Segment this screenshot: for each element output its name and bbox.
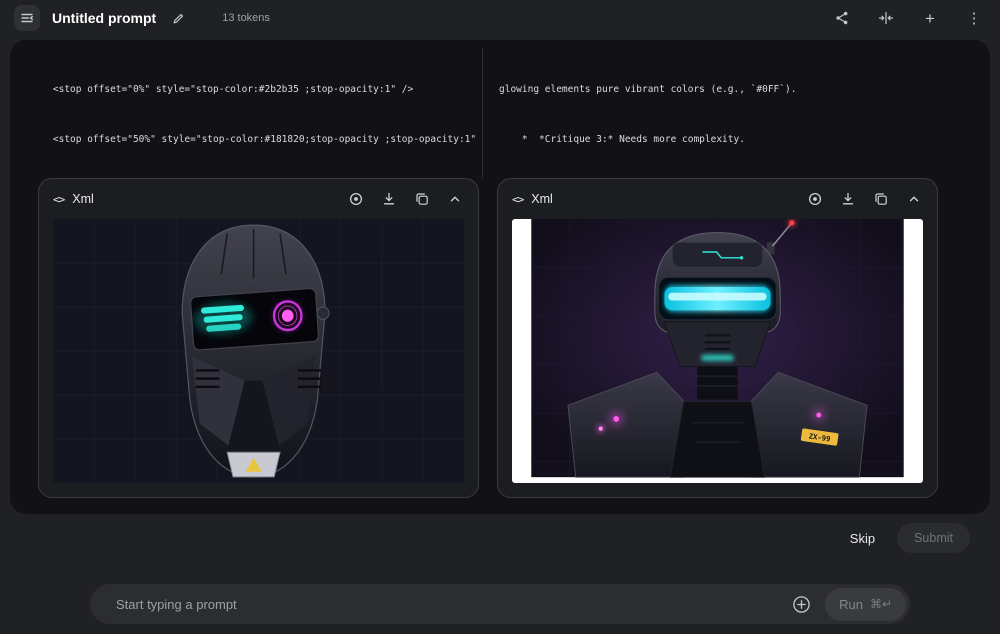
prompt-title: Untitled prompt <box>52 10 157 26</box>
sidebar-toggle-icon <box>21 13 33 23</box>
model-output-text: <stop offset="0%" style="stop-color:#2b2… <box>10 40 990 178</box>
download-icon <box>842 192 854 205</box>
run-button[interactable]: Run ⌘↵ <box>825 587 906 621</box>
sidebar-toggle-button[interactable] <box>14 5 40 31</box>
card-toolbar <box>806 190 923 208</box>
robot-bust-illustration: ZX-99 <box>512 219 923 483</box>
card-language-label: Xml <box>72 192 94 206</box>
copy-icon <box>875 193 887 205</box>
reasoning-text-block: glowing elements pure vibrant colors (e.… <box>499 48 972 178</box>
response-panel: <stop offset="0%" style="stop-color:#2b2… <box>10 40 990 514</box>
share-button[interactable] <box>830 6 854 30</box>
compare-prompts-button[interactable] <box>874 6 898 30</box>
column-divider <box>482 48 483 178</box>
collapse-arrows-icon <box>878 11 894 25</box>
preview-toggle-button[interactable] <box>347 190 365 208</box>
card-toolbar <box>347 190 464 208</box>
share-icon <box>836 11 848 25</box>
text-line: glowing elements pure vibrant colors (e.… <box>499 83 797 95</box>
code-icon: <> <box>512 192 524 206</box>
card-header: <> Xml <box>512 179 923 219</box>
collapse-card-button[interactable] <box>446 190 464 208</box>
skip-button[interactable]: Skip <box>850 531 875 546</box>
submit-button[interactable]: Submit <box>897 523 970 553</box>
run-label: Run <box>839 596 863 612</box>
copy-button[interactable] <box>413 190 431 208</box>
run-shortcut-hint: ⌘↵ <box>869 597 892 611</box>
edit-title-button[interactable] <box>166 6 190 30</box>
new-prompt-button[interactable]: + <box>918 6 942 30</box>
target-icon <box>808 192 822 206</box>
download-button[interactable] <box>380 190 398 208</box>
code-icon: <> <box>53 192 65 206</box>
chevron-up-icon <box>450 196 460 202</box>
xml-card-right: <> Xml ZX-99 <box>497 178 938 498</box>
target-icon <box>349 192 363 206</box>
prompt-input-container: Run ⌘↵ <box>90 584 910 624</box>
chevron-up-icon <box>909 196 919 202</box>
top-bar-actions: + ⋮ <box>830 6 986 30</box>
prompt-input[interactable] <box>116 596 778 612</box>
rating-actions: Skip Submit <box>0 516 1000 560</box>
robot-head-illustration <box>53 219 464 483</box>
code-line: <stop offset="50%" style="stop-color:#18… <box>30 133 482 145</box>
xml-code-block: <stop offset="0%" style="stop-color:#2b2… <box>30 48 482 178</box>
prompt-bar: Run ⌘↵ <box>0 584 1000 624</box>
copy-icon <box>416 193 428 205</box>
collapse-card-button[interactable] <box>905 190 923 208</box>
add-attachment-button[interactable] <box>789 592 813 616</box>
card-language-label: Xml <box>531 192 553 206</box>
xml-render-preview-left[interactable] <box>53 219 464 483</box>
download-icon <box>383 192 395 205</box>
copy-button[interactable] <box>872 190 890 208</box>
xml-render-preview-right[interactable]: ZX-99 <box>512 219 923 483</box>
more-options-button[interactable]: ⋮ <box>962 6 986 30</box>
card-header: <> Xml <box>53 179 464 219</box>
circle-plus-icon <box>792 595 810 613</box>
xml-card-left: <> Xml <box>38 178 479 498</box>
download-button[interactable] <box>839 190 857 208</box>
preview-toggle-button[interactable] <box>806 190 824 208</box>
text-line: * *Critique 3:* Needs more complexity. <box>499 133 745 145</box>
code-preview-cards: <> Xml <> Xml ZX-99 <box>10 178 990 514</box>
top-bar: Untitled prompt 13 tokens + ⋮ <box>0 0 1000 36</box>
pencil-icon <box>173 13 183 23</box>
code-line: <stop offset="0%" style="stop-color:#2b2… <box>30 83 414 95</box>
token-count: 13 tokens <box>222 12 270 24</box>
